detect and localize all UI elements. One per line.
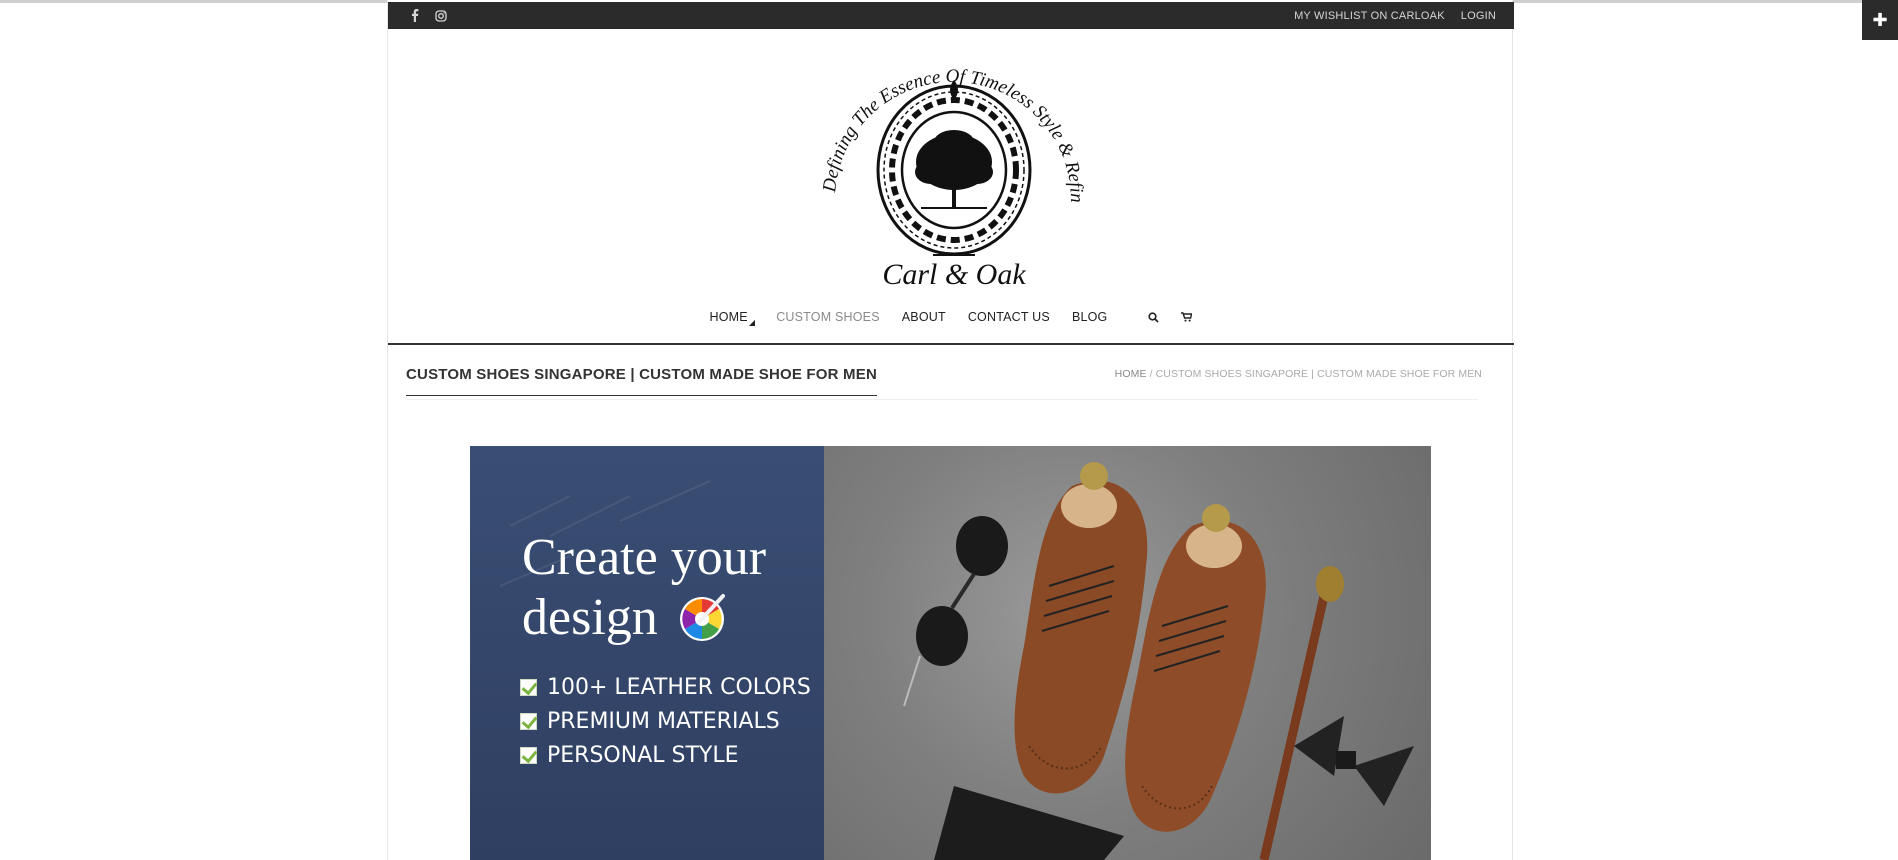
feature-list: 100+ LEATHER COLORS PREMIUM MATERIALS PE… bbox=[520, 670, 811, 772]
feature-item: 100+ LEATHER COLORS bbox=[520, 670, 811, 704]
hero-product-photo bbox=[824, 446, 1431, 860]
feature-item: PREMIUM MATERIALS bbox=[520, 704, 811, 738]
hero-text-panel: Create your design 100+ LEATHER COLORS P… bbox=[470, 446, 824, 860]
feature-label: PERSONAL STYLE bbox=[547, 742, 739, 768]
hero-headline: Create your design bbox=[522, 528, 766, 648]
color-wheel-icon bbox=[679, 594, 725, 641]
search-icon[interactable] bbox=[1148, 311, 1160, 323]
nav-custom-shoes[interactable]: CUSTOM SHOES bbox=[776, 310, 880, 324]
breadcrumb-current: CUSTOM SHOES SINGAPORE | CUSTOM MADE SHO… bbox=[1155, 368, 1482, 380]
bowtie-icon bbox=[1294, 716, 1414, 806]
caret-icon: ◢ bbox=[748, 318, 756, 327]
feature-item: PERSONAL STYLE bbox=[520, 738, 811, 772]
checkbox-icon bbox=[520, 746, 537, 764]
hero-headline-line1: Create your bbox=[522, 529, 767, 586]
plus-button[interactable]: ✚ bbox=[1862, 0, 1898, 40]
main-nav: HOME◢ CUSTOM SHOES ABOUT CONTACT US BLOG bbox=[388, 304, 1514, 330]
breadcrumb: HOME / CUSTOM SHOES SINGAPORE | CUSTOM M… bbox=[1115, 368, 1482, 380]
nav-home-label: HOME bbox=[709, 310, 748, 324]
title-divider bbox=[406, 399, 1478, 400]
top-bar: MY WISHLIST ON CARLOAK LOGIN bbox=[388, 2, 1514, 29]
shoes-illustration bbox=[903, 462, 1414, 860]
feature-label: PREMIUM MATERIALS bbox=[547, 708, 780, 734]
breadcrumb-separator: / bbox=[1146, 368, 1156, 380]
nav-divider bbox=[388, 343, 1514, 345]
cart-icon[interactable] bbox=[1181, 312, 1193, 322]
feature-label: 100+ LEATHER COLORS bbox=[547, 674, 811, 700]
page-container: MY WISHLIST ON CARLOAK LOGIN Defining Th… bbox=[387, 0, 1514, 860]
hero-banner[interactable]: Create your design 100+ LEATHER COLORS P… bbox=[470, 446, 1431, 860]
plus-icon: ✚ bbox=[1872, 9, 1888, 31]
nav-about[interactable]: ABOUT bbox=[902, 310, 946, 324]
logo-brand-text: Carl & Oak bbox=[882, 258, 1026, 290]
nav-blog[interactable]: BLOG bbox=[1072, 310, 1108, 324]
facebook-icon[interactable] bbox=[408, 9, 422, 23]
breadcrumb-home[interactable]: HOME bbox=[1115, 368, 1147, 380]
site-logo[interactable]: Defining The Essence Of Timeless Style &… bbox=[806, 24, 1095, 291]
hero-headline-line2: design bbox=[522, 589, 658, 646]
cane-icon bbox=[1259, 566, 1344, 860]
nav-home[interactable]: HOME◢ bbox=[709, 310, 756, 327]
wishlist-link[interactable]: MY WISHLIST ON CARLOAK bbox=[1294, 10, 1445, 22]
top-links: MY WISHLIST ON CARLOAK LOGIN bbox=[1294, 2, 1496, 29]
social-links bbox=[408, 2, 448, 29]
login-link[interactable]: LOGIN bbox=[1461, 10, 1496, 22]
pocket-square bbox=[934, 786, 1124, 860]
sunglasses-icon bbox=[903, 516, 1008, 707]
checkbox-icon bbox=[520, 712, 537, 730]
nav-contact-us[interactable]: CONTACT US bbox=[968, 310, 1050, 324]
instagram-icon[interactable] bbox=[434, 9, 448, 23]
checkbox-icon bbox=[520, 678, 537, 696]
page-title: CUSTOM SHOES SINGAPORE | CUSTOM MADE SHO… bbox=[406, 366, 877, 396]
hero-texture bbox=[499, 480, 711, 587]
